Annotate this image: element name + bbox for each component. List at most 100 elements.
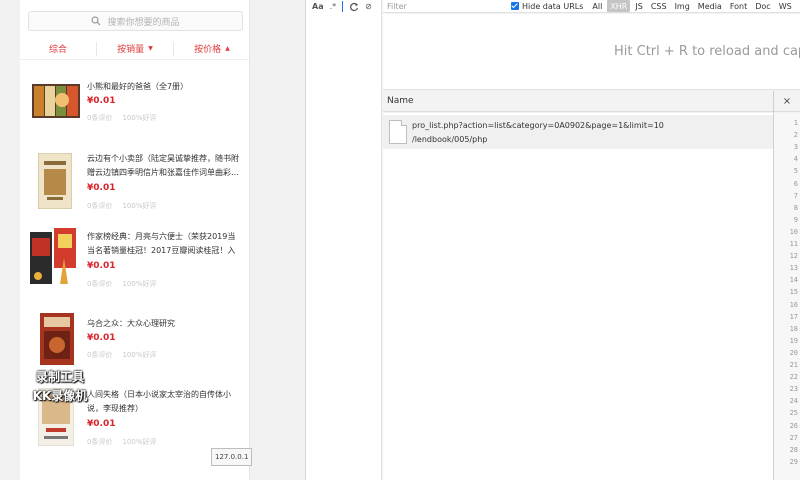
recorder-watermark: 录制工具 KK录像机 — [20, 368, 100, 406]
product-item[interactable]: 云边有个小卖部（陆定昊诚挚推荐，随书附赠云边镇四季明信片和张嘉佳作词单曲彩… ¥… — [20, 141, 249, 220]
sort-tab-label: 综合 — [48, 45, 67, 55]
product-item[interactable]: 乌合之众：大众心理研究 ¥0.01 0条评价 100%好评 — [20, 299, 249, 378]
filter-type-font[interactable]: Font — [727, 0, 750, 12]
line-number: 21 — [789, 361, 798, 369]
line-number: 25 — [789, 409, 798, 418]
sort-tab-label: 按销量 — [117, 45, 145, 55]
product-title: 云边有个小卖部（陆定昊诚挚推荐，随书附赠云边镇四季明信片和张嘉佳作词单曲彩… — [87, 154, 239, 177]
positive-rate: 100%好评 — [122, 438, 157, 446]
filter-type-js[interactable]: JS — [632, 0, 645, 12]
review-count: 0条评价 — [87, 280, 113, 288]
review-count: 0条评价 — [87, 114, 113, 122]
devtools-search-pane: Aa .* ⊘ — [306, 0, 382, 480]
review-count: 0条评价 — [87, 438, 113, 446]
search-options: Aa .* ⊘ — [312, 0, 372, 13]
positive-rate: 100%好评 — [122, 114, 157, 122]
line-number-gutter: 1 2 3 4 5 6 7 8 9 10 11 12 13 14 15 16 17 18 19 20 21 22 23 24 2… — [774, 113, 800, 480]
line-number: 23 — [789, 385, 798, 394]
match-case-button[interactable]: Aa — [312, 2, 324, 11]
review-count: 0条评价 — [87, 351, 113, 359]
watermark-line: 录制工具 — [35, 370, 84, 384]
filter-type-media[interactable]: Media — [695, 0, 725, 12]
request-name: pro_list.php?action=list&category=0A0902… — [412, 121, 664, 130]
sort-bar: 综合 按销量 ▼ 按价格 ▲ — [20, 38, 249, 60]
book-cover-image — [32, 84, 80, 118]
line-number: 29 — [789, 457, 798, 466]
line-number: 18 — [789, 324, 798, 333]
line-number: 19 — [789, 336, 798, 345]
positive-rate: 100%好评 — [122, 351, 157, 359]
filter-type-css[interactable]: CSS — [648, 0, 670, 12]
book-cover-image — [40, 313, 74, 365]
search-placeholder: 搜索你想要的商品 — [107, 17, 180, 28]
line-number: 10 — [789, 227, 798, 236]
line-number: 22 — [789, 373, 798, 382]
review-count: 0条评价 — [87, 202, 113, 210]
line-number: 9 — [793, 215, 798, 224]
network-filter-bar: Hide data URLs All XHR JS CSS Img Media … — [383, 0, 800, 13]
line-number: 26 — [789, 421, 798, 430]
line-number: 8 — [793, 203, 798, 212]
line-number: 5 — [793, 167, 798, 176]
document-icon — [389, 120, 407, 144]
product-meta: 0条评价 100%好评 — [87, 279, 156, 289]
line-number: 12 — [789, 252, 798, 261]
product-title: 作家榜经典：月亮与六便士（荣获2019当当名著销量桂冠！2017豆瓣阅读桂冠！入… — [87, 232, 236, 255]
filter-type-doc[interactable]: Doc — [752, 0, 773, 12]
product-price: ¥0.01 — [87, 261, 116, 271]
product-meta: 0条评价 100%好评 — [87, 201, 156, 211]
line-number: 24 — [789, 397, 798, 406]
line-number: 14 — [789, 276, 798, 285]
request-row[interactable]: pro_list.php?action=list&category=0A0902… — [383, 115, 773, 149]
sort-tab-price[interactable]: 按价格 ▲ — [174, 42, 249, 56]
filter-type-all[interactable]: All — [589, 0, 605, 12]
watermark-line: KK录像机 — [32, 389, 88, 403]
sort-tab-sales[interactable]: 按销量 ▼ — [97, 41, 174, 56]
host-tooltip: 127.0.0.1 — [211, 448, 253, 466]
clear-icon[interactable]: ⊘ — [365, 2, 372, 11]
product-item[interactable]: 作家榜经典：月亮与六便士（荣获2019当当名著销量桂冠！2017豆瓣阅读桂冠！入… — [20, 220, 249, 299]
line-number: 27 — [789, 433, 798, 442]
checkbox-label: Hide data URLs — [522, 1, 584, 11]
close-icon[interactable]: × — [774, 91, 800, 112]
reload-hint: Hit Ctrl + R to reload and captur — [614, 44, 800, 59]
refresh-icon[interactable] — [349, 2, 359, 12]
caret-down-icon: ▼ — [148, 45, 153, 52]
product-meta: 0条评价 100%好评 — [87, 350, 156, 360]
name-column-header[interactable]: Name — [383, 91, 773, 112]
product-title: 人间失格（日本小说家太宰治的自传体小说，李现推荐） — [87, 390, 231, 413]
line-number: 7 — [793, 191, 798, 200]
product-price: ¥0.01 — [87, 96, 116, 106]
filter-type-ws[interactable]: WS — [776, 0, 795, 12]
search-icon — [91, 16, 101, 26]
regex-button[interactable]: .* — [330, 2, 337, 11]
filter-type-img[interactable]: Img — [672, 0, 693, 12]
checkbox-checked-icon — [511, 2, 519, 10]
filter-type-xhr[interactable]: XHR — [607, 0, 631, 12]
line-number: 6 — [793, 179, 798, 188]
line-number: 2 — [793, 131, 798, 140]
request-path: /lendbook/005/php — [412, 135, 488, 144]
book-cover-image — [30, 228, 76, 284]
line-number: 16 — [789, 300, 798, 309]
filter-input[interactable] — [383, 0, 511, 12]
caret-up-icon: ▲ — [225, 45, 230, 52]
product-item[interactable]: 小熊和最好的爸爸（全7册） ¥0.01 0条评价 100%好评 — [20, 62, 249, 141]
line-number: 15 — [789, 288, 798, 297]
screen: 搜索你想要的商品 综合 按销量 ▼ 按价格 ▲ 小熊和最好的爸爸（全7册） ¥0… — [0, 0, 800, 480]
positive-rate: 100%好评 — [122, 280, 157, 288]
search-input[interactable]: 搜索你想要的商品 — [28, 11, 243, 31]
product-price: ¥0.01 — [87, 183, 116, 193]
line-number: 28 — [789, 445, 798, 454]
product-price: ¥0.01 — [87, 419, 116, 429]
line-number: 13 — [789, 264, 798, 273]
line-number: 20 — [789, 348, 798, 357]
line-number: 17 — [789, 312, 798, 321]
sort-tab-overall[interactable]: 综合 — [20, 41, 97, 56]
hide-data-urls-checkbox[interactable]: Hide data URLs — [511, 2, 583, 11]
line-number: 4 — [793, 155, 798, 164]
line-number: 11 — [789, 240, 798, 248]
positive-rate: 100%好评 — [122, 202, 157, 210]
product-price: ¥0.01 — [87, 333, 116, 343]
line-number: 1 — [793, 119, 798, 127]
